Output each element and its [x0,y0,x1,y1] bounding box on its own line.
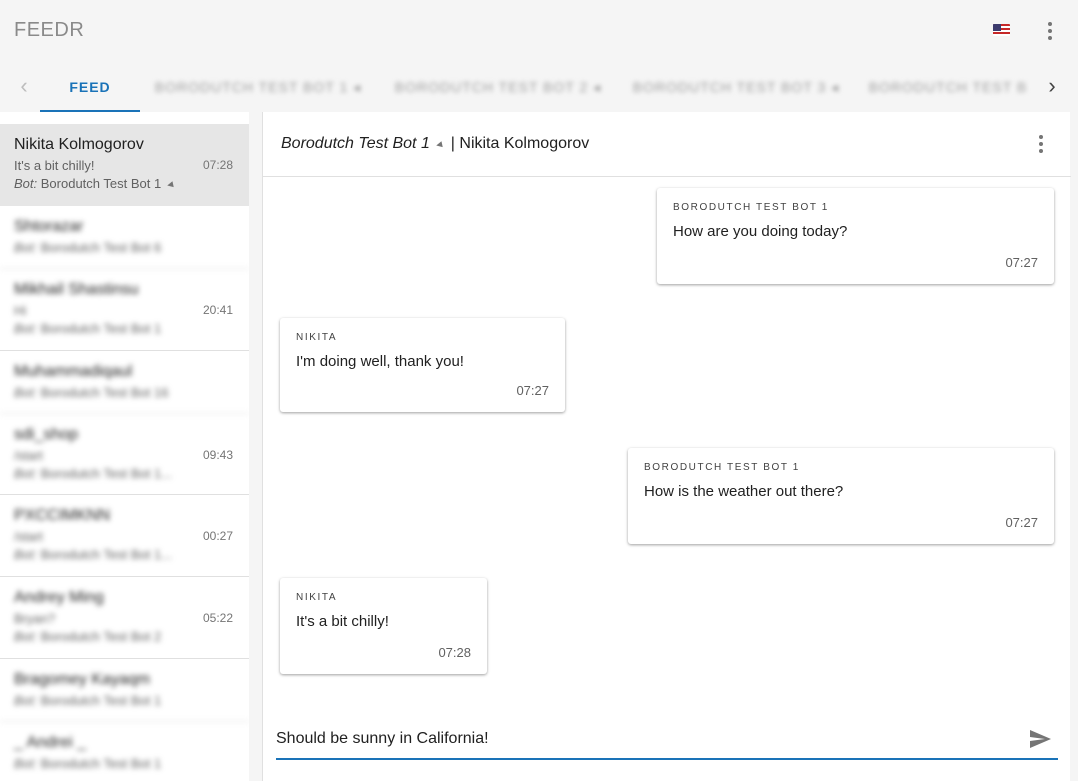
chat-name: Mikhail Shastinsu [14,281,139,298]
tab-bot-1[interactable]: BORODUTCH TEST BOT 1 ◂ [148,62,368,112]
chat-bot-line: Bot: Borodutch Test Bot 1 [14,693,162,708]
more-vert-icon [1039,135,1043,139]
conversation-panel: Borodutch Test Bot 1 ◂ | Nikita Kolmogor… [262,112,1071,781]
chevron-left-icon[interactable]: ‹ [12,75,36,99]
conversation-user-name: Nikita Kolmogorov [459,135,590,152]
message-bubble: BORODUTCH TEST BOT 1 How are you doing t… [657,188,1054,284]
chat-time: 20:41 [203,303,234,317]
top-bar: FEEDR [0,0,1078,62]
chat-bot-line: Bot: Borodutch Test Bot 2 [14,629,162,644]
tab-bot-3[interactable]: BORODUTCH TEST BOT 3 ◂ [626,62,846,112]
message-time: 07:27 [1005,255,1038,270]
chat-bot-line: Bot: Borodutch Test Bot 1 [14,321,162,336]
chat-name: _ Andrei _ [14,734,87,751]
chat-time: 00:27 [203,529,234,543]
conversation-title: Borodutch Test Bot 1 ◂ | Nikita Kolmogor… [281,135,589,153]
us-flag-icon[interactable] [993,24,1010,36]
chat-bot-line: Bot: Borodutch Test Bot 16 [14,385,169,400]
chat-name: sdi_shop [14,426,79,443]
title-separator: | [450,135,455,152]
telegram-icon: ◂ [434,136,444,152]
chat-name: Nikita Kolmogorov [14,136,144,153]
message-composer [276,718,1058,760]
send-icon [1030,730,1051,748]
chat-last-message: It's a bit chilly! [14,158,95,173]
chat-list-item[interactable]: Shtorazar Bot: Borodutch Test Bot 6 [0,206,249,269]
chat-list-item[interactable]: Mikhail Shastinsu Hi Bot: Borodutch Test… [0,269,249,351]
message-text: It's a bit chilly! [296,613,389,630]
conversation-menu-button[interactable] [1029,132,1053,156]
message-input[interactable] [276,726,1016,752]
conversation-bot-name: Borodutch Test Bot 1 [281,135,430,152]
chat-bot-line: Bot: Borodutch Test Bot 1... [14,466,173,481]
chat-name: Andrey Ming [14,589,104,606]
chat-list-item[interactable]: sdi_shop /start Bot: Borodutch Test Bot … [0,414,249,495]
message-text: I'm doing well, thank you! [296,353,464,370]
message-bubble: NIKITA It's a bit chilly! 07:28 [280,578,487,674]
message-time: 07:27 [516,383,549,398]
chat-name: Muhammadiqaul [14,363,133,380]
chat-list: Nikita Kolmogorov It's a bit chilly! Bot… [0,112,249,781]
message-sender: NIKITA [296,332,338,343]
chat-last-message: /start [14,529,43,544]
chat-list-item[interactable]: PXCCIMKNN /start Bot: Borodutch Test Bot… [0,495,249,577]
app-root: FEEDR ‹ FEED BORODUTCH TEST BOT 1 ◂ BORO… [0,0,1078,781]
message-sender: BORODUTCH TEST BOT 1 [673,202,829,213]
chat-time: 09:43 [203,448,234,462]
chat-name: PXCCIMKNN [14,507,111,524]
message-text: How is the weather out there? [644,483,844,500]
chat-list-item[interactable]: Andrey Ming Bryan? Bot: Borodutch Test B… [0,577,249,659]
chat-name: Bragomey Kayaqm [14,671,151,688]
chat-last-message: Bryan? [14,611,56,626]
message-sender: NIKITA [296,592,338,603]
chat-time: 07:28 [203,158,234,172]
chat-time: 05:22 [203,611,234,625]
chat-bot-line: Bot: Borodutch Test Bot 1 ◂ [14,176,177,191]
message-bubble: NIKITA I'm doing well, thank you! 07:27 [280,318,565,412]
tab-bot-2[interactable]: BORODUTCH TEST BOT 2 ◂ [388,62,608,112]
tab-bot-4[interactable]: BORODUTCH TEST B [866,62,1030,112]
app-brand: FEEDR [14,19,85,41]
bot-tabs: ‹ FEED BORODUTCH TEST BOT 1 ◂ BORODUTCH … [0,62,1078,112]
chat-list-item[interactable]: Muhammadiqaul Bot: Borodutch Test Bot 16 [0,351,249,414]
chevron-right-icon[interactable]: › [1040,75,1064,99]
more-vert-icon [1048,22,1052,26]
message-sender: BORODUTCH TEST BOT 1 [644,462,800,473]
chat-last-message: /start [14,448,43,463]
chat-list-item[interactable]: _ Andrei _ Bot: Borodutch Test Bot 1 [0,722,249,781]
message-text: How are you doing today? [673,223,848,240]
chat-list-item[interactable]: Nikita Kolmogorov It's a bit chilly! Bot… [0,124,249,206]
telegram-icon: ◂ [165,176,175,192]
chat-list-item[interactable]: Bragomey Kayaqm Bot: Borodutch Test Bot … [0,659,249,722]
message-bubble: BORODUTCH TEST BOT 1 How is the weather … [628,448,1054,544]
send-button[interactable] [1027,727,1053,751]
chat-bot-line: Bot: Borodutch Test Bot 6 [14,240,162,255]
app-menu-button[interactable] [1038,19,1062,43]
bot-label: Bot: [14,176,38,191]
tab-feed[interactable]: FEED [40,62,140,112]
chat-bot-line: Bot: Borodutch Test Bot 1 [14,756,162,771]
conversation-header: Borodutch Test Bot 1 ◂ | Nikita Kolmogor… [263,112,1071,177]
chat-last-message: Hi [14,303,27,318]
bot-name: Borodutch Test Bot 1 [40,176,162,191]
message-time: 07:28 [438,645,471,660]
chat-name: Shtorazar [14,218,84,235]
message-time: 07:27 [1005,515,1038,530]
chat-bot-line: Bot: Borodutch Test Bot 1... [14,547,173,562]
